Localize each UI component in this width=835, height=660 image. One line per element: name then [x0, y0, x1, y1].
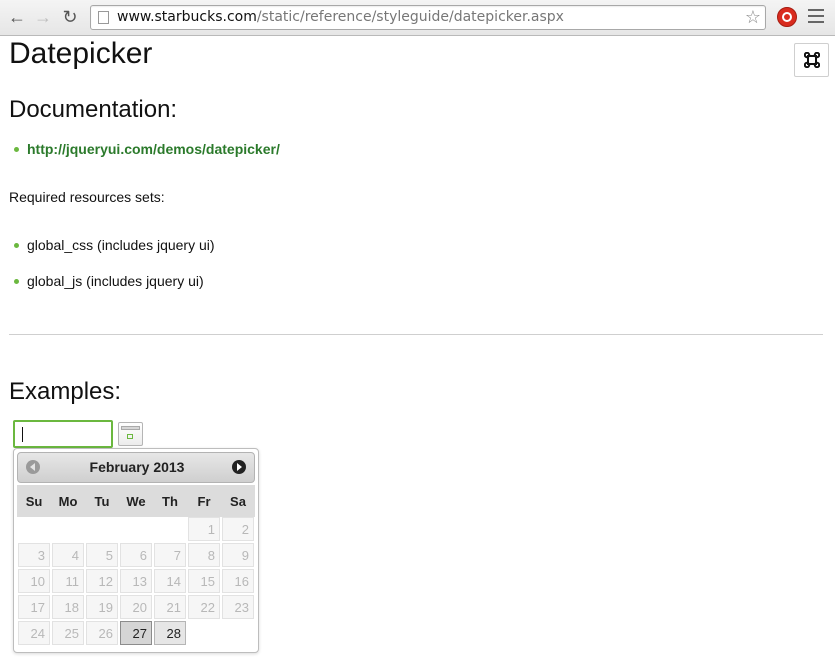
- calendar-empty-cell: [18, 517, 50, 541]
- address-bar[interactable]: www.starbucks.com/static/reference/style…: [90, 5, 766, 30]
- calendar-day: 20: [120, 595, 152, 619]
- weekday-header: Mo: [51, 485, 85, 517]
- calendar-day: 7: [154, 543, 186, 567]
- calendar-day: 26: [86, 621, 118, 645]
- calendar-empty-cell: [52, 517, 84, 541]
- calendar-day: 3: [18, 543, 50, 567]
- weekday-header: Fr: [187, 485, 221, 517]
- calendar-empty-cell: [188, 621, 220, 645]
- url-path: /static/reference/styleguide/datepicker.…: [256, 9, 564, 25]
- calendar-day: 25: [52, 621, 84, 645]
- examples-heading: Examples:: [9, 378, 122, 405]
- calendar-week-row: 24 25 26 27 28: [17, 621, 255, 647]
- bullet: [14, 243, 19, 248]
- calendar-day: 10: [18, 569, 50, 593]
- calendar-day: 2: [222, 517, 254, 541]
- resource-item: global_css (includes jquery ui): [27, 237, 215, 253]
- calendar-day: 19: [86, 595, 118, 619]
- calendar-day[interactable]: 27: [120, 621, 152, 645]
- bookmark-star-icon[interactable]: ☆: [745, 6, 761, 29]
- calendar-day: 22: [188, 595, 220, 619]
- calendar-day: 15: [188, 569, 220, 593]
- calendar-grid: Su Mo Tu We Th Fr Sa 1 2 3 4 5 6 7 8 9 10 11 12 13 14 15 16 17…: [17, 485, 255, 647]
- reload-icon[interactable]: ↻: [59, 6, 81, 28]
- calendar-day: 16: [222, 569, 254, 593]
- calendar-day: 18: [52, 595, 84, 619]
- calendar-day: 23: [222, 595, 254, 619]
- page-icon: [98, 11, 109, 24]
- documentation-link[interactable]: http://jqueryui.com/demos/datepicker/: [27, 140, 280, 158]
- calendar-day: 11: [52, 569, 84, 593]
- bullet: [14, 279, 19, 284]
- calendar-day: 6: [120, 543, 152, 567]
- calendar-week-row: 3456789: [17, 543, 255, 569]
- calendar-icon[interactable]: [118, 422, 143, 446]
- text-caret: [22, 427, 23, 442]
- weekday-header: Su: [17, 485, 51, 517]
- weekday-header: We: [119, 485, 153, 517]
- weekday-header: Sa: [221, 485, 255, 517]
- prev-month-icon[interactable]: [26, 460, 40, 474]
- calendar-day: 24: [18, 621, 50, 645]
- calendar-day: 13: [120, 569, 152, 593]
- calendar-week-row: 17 18 19 20 21 22 23: [17, 595, 255, 621]
- datepicker-popup: February 2013 Su Mo Tu We Th Fr Sa 1 2 3 4 5 6 7 8 9 10…: [13, 448, 259, 653]
- datepicker-month-title: February 2013: [89, 459, 185, 475]
- forward-arrow-icon[interactable]: →: [32, 6, 54, 28]
- resources-label: Required resources sets:: [9, 189, 165, 205]
- bullet: [14, 147, 19, 152]
- calendar-empty-cell: [154, 517, 186, 541]
- weekday-header: Th: [153, 485, 187, 517]
- corner-button[interactable]: [794, 43, 829, 77]
- calendar-empty-cell: [222, 621, 254, 645]
- calendar-day: 5: [86, 543, 118, 567]
- calendar-day: 4: [52, 543, 84, 567]
- page-title: Datepicker: [9, 37, 153, 70]
- extension-stop-icon[interactable]: [777, 7, 797, 27]
- page-content: Datepicker Documentation: http://jqueryu…: [0, 37, 835, 660]
- command-icon: [803, 52, 820, 68]
- calendar-empty-cell: [120, 517, 152, 541]
- calendar-day: 21: [154, 595, 186, 619]
- browser-toolbar: ← → ↻ www.starbucks.com/static/reference…: [0, 0, 835, 36]
- calendar-day: 17: [18, 595, 50, 619]
- datepicker-header: February 2013: [17, 452, 255, 483]
- back-arrow-icon[interactable]: ←: [6, 6, 28, 28]
- weekday-header: Tu: [85, 485, 119, 517]
- calendar-week-row: 12: [17, 517, 255, 543]
- calendar-day: 1: [188, 517, 220, 541]
- url-host: www.starbucks.com: [117, 9, 257, 25]
- divider: [9, 334, 823, 335]
- calendar-day: 12: [86, 569, 118, 593]
- calendar-day: 8: [188, 543, 220, 567]
- calendar-day[interactable]: 28: [154, 621, 186, 645]
- calendar-day: 9: [222, 543, 254, 567]
- documentation-heading: Documentation:: [9, 96, 178, 123]
- calendar-week-row: 10 11 12 13 14 15 16: [17, 569, 255, 595]
- calendar-day: 14: [154, 569, 186, 593]
- next-month-icon[interactable]: [232, 460, 246, 474]
- resource-item: global_js (includes jquery ui): [27, 273, 204, 289]
- calendar-empty-cell: [86, 517, 118, 541]
- menu-icon[interactable]: [808, 9, 824, 23]
- date-input[interactable]: [13, 420, 113, 448]
